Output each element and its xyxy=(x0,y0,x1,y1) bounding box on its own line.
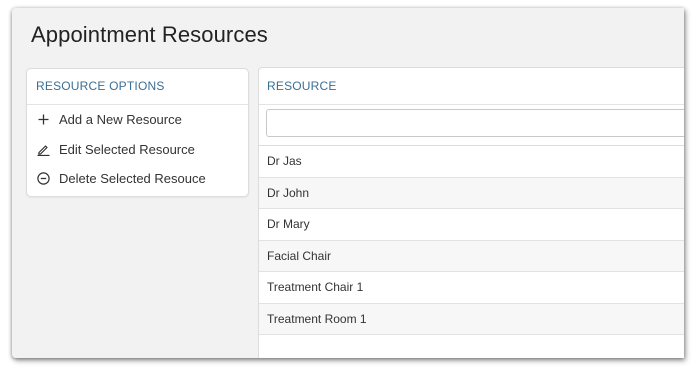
app-window: Appointment Resources RESOURCE OPTIONS A… xyxy=(12,8,684,358)
edit-resource-label: Edit Selected Resource xyxy=(59,141,195,157)
add-resource-button[interactable]: Add a New Resource xyxy=(27,105,248,135)
resource-options-card: RESOURCE OPTIONS Add a New Resource Edit… xyxy=(26,68,249,197)
add-resource-label: Add a New Resource xyxy=(59,112,182,128)
resource-column-header[interactable]: RESOURCE xyxy=(259,68,684,105)
page-title: Appointment Resources xyxy=(31,22,268,47)
resource-row[interactable]: Dr Jas xyxy=(259,146,684,178)
resource-row[interactable]: Treatment Chair 1 xyxy=(259,272,684,304)
filter-row xyxy=(259,105,684,146)
edit-resource-button[interactable]: Edit Selected Resource xyxy=(27,135,248,165)
resource-row[interactable]: Dr John xyxy=(259,177,684,209)
delete-resource-label: Delete Selected Resouce xyxy=(59,171,206,187)
resource-filter-input[interactable] xyxy=(266,109,684,137)
resource-panel: RESOURCE Dr Jas Dr John Dr Mary Facial C… xyxy=(258,67,684,358)
plus-icon xyxy=(36,113,50,127)
resource-row[interactable]: Treatment Room 1 xyxy=(259,303,684,335)
resource-options-header: RESOURCE OPTIONS xyxy=(27,69,248,105)
resource-row[interactable]: Dr Mary xyxy=(259,209,684,241)
minus-circle-icon xyxy=(36,172,50,186)
resource-row[interactable]: Facial Chair xyxy=(259,240,684,272)
pencil-icon xyxy=(36,142,50,156)
delete-resource-button[interactable]: Delete Selected Resouce xyxy=(27,164,248,194)
